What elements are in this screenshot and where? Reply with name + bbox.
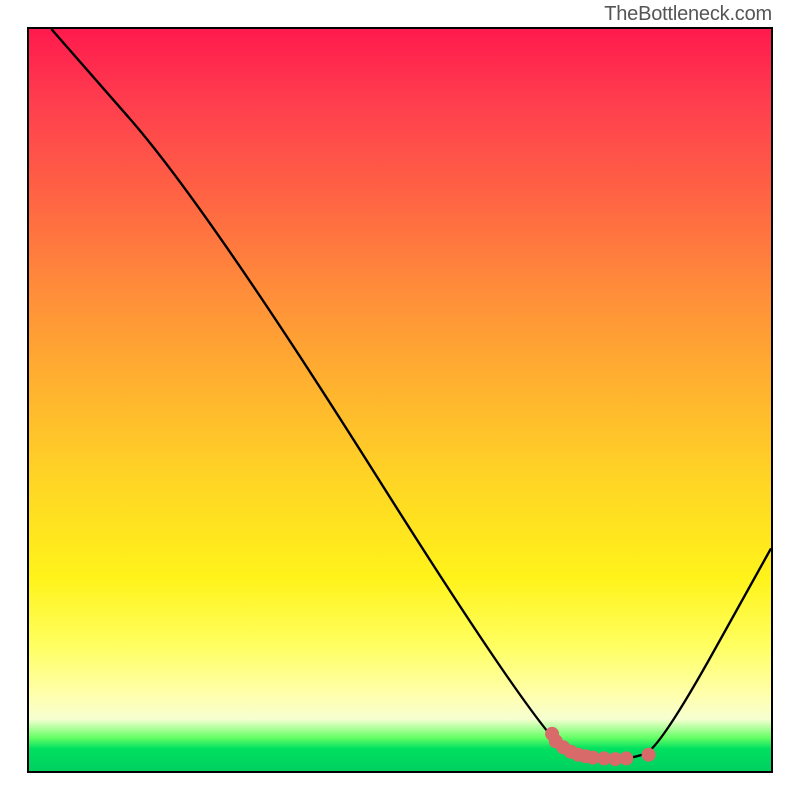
marker-dot — [619, 751, 633, 765]
optimal-range-markers — [545, 727, 656, 766]
chart-frame — [27, 27, 773, 773]
bottleneck-curve — [51, 29, 771, 760]
chart-curve-layer — [29, 29, 771, 771]
marker-dot — [642, 748, 656, 762]
attribution-text: TheBottleneck.com — [604, 3, 772, 26]
